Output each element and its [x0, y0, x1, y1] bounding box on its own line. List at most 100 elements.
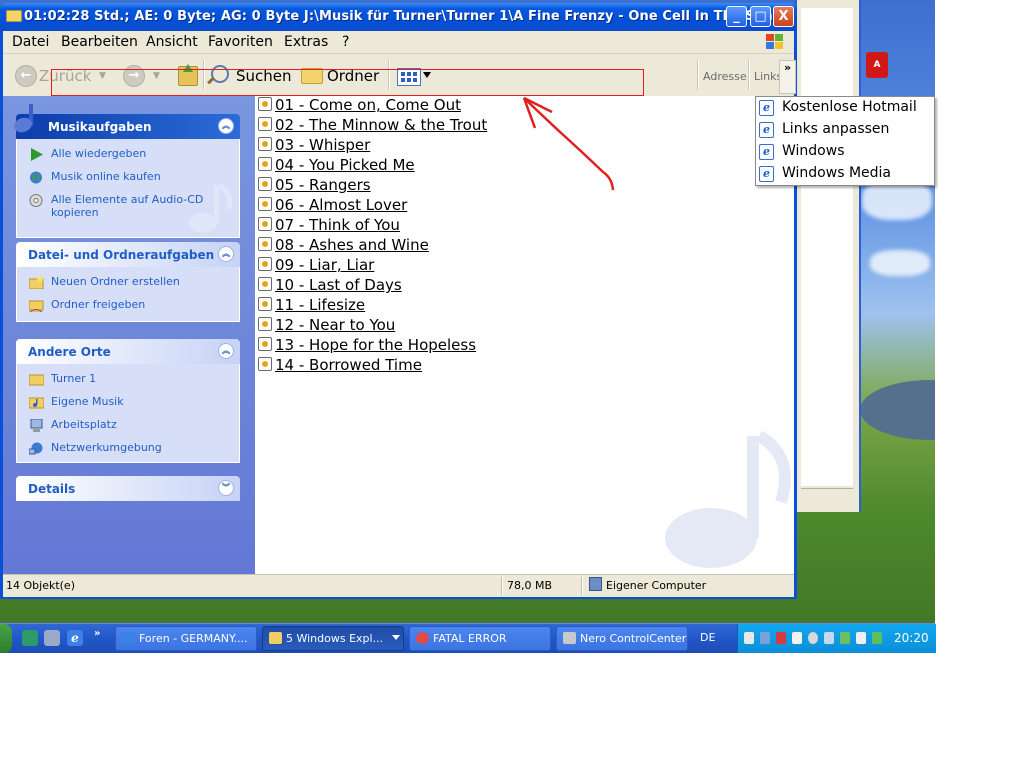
expand-icon[interactable]: ︾ — [218, 480, 234, 496]
details-panel: Details ︾ — [16, 476, 240, 501]
file-name: 06 - Almost Lover — [275, 196, 408, 214]
menu-datei[interactable]: Datei — [12, 34, 49, 50]
file-name: 09 - Liar, Liar — [275, 256, 375, 274]
menu-ansicht[interactable]: Ansicht — [146, 34, 198, 50]
tray-security-icon[interactable] — [776, 632, 786, 644]
place-network[interactable]: Netzwerkumgebung — [27, 441, 231, 461]
file-name: 14 - Borrowed Time — [275, 356, 422, 374]
links-item-customize[interactable]: e Links anpassen — [756, 119, 934, 141]
clock[interactable]: 20:20 — [894, 631, 929, 645]
file-item[interactable]: 09 - Liar, Liar — [258, 256, 374, 276]
collapse-icon[interactable]: ︽ — [218, 343, 234, 359]
file-item[interactable]: 13 - Hope for the Hopeless — [258, 336, 476, 356]
address-bar-label[interactable]: Adresse — [703, 70, 747, 83]
tray-speaker-icon[interactable] — [856, 632, 866, 644]
other-places-header[interactable]: Andere Orte ︽ — [16, 339, 240, 364]
place-turner-1[interactable]: Turner 1 — [27, 372, 231, 392]
computer-icon — [30, 419, 43, 432]
system-tray: 20:20 — [737, 624, 936, 653]
wallpaper-cloud — [870, 250, 930, 276]
close-button[interactable]: X — [773, 6, 794, 27]
file-folder-tasks-header[interactable]: Datei- und Ordneraufgaben ︽ — [16, 242, 240, 267]
tray-av-icon[interactable] — [792, 632, 802, 644]
details-header[interactable]: Details ︾ — [16, 476, 240, 501]
music-note-watermark-icon — [665, 430, 791, 568]
music-tasks-title: Musikaufgaben — [48, 120, 152, 134]
file-item[interactable]: 04 - You Picked Me — [258, 156, 415, 176]
file-item[interactable]: 01 - Come on, Come Out — [258, 96, 461, 116]
wallpaper-mountain — [860, 380, 935, 440]
audio-file-icon — [258, 337, 272, 351]
quicklaunch-messenger-icon[interactable] — [22, 630, 38, 646]
group-dropdown-icon[interactable] — [392, 635, 400, 640]
start-button[interactable] — [0, 624, 12, 653]
file-item[interactable]: 12 - Near to You — [258, 316, 395, 336]
file-item[interactable]: 05 - Rangers — [258, 176, 371, 196]
file-item[interactable]: 14 - Borrowed Time — [258, 356, 422, 376]
globe-icon — [30, 171, 42, 184]
file-item[interactable]: 06 - Almost Lover — [258, 196, 407, 216]
menu-label: Links anpassen — [782, 121, 890, 137]
quicklaunch-ie-icon[interactable]: e — [67, 630, 83, 646]
audio-file-icon — [258, 357, 272, 371]
error-icon — [416, 632, 429, 644]
quicklaunch-desktop-icon[interactable] — [44, 630, 60, 646]
file-item[interactable]: 08 - Ashes and Wine — [258, 236, 429, 256]
task-pane: Musikaufgaben ︽ Alle wiedergeben Musik o… — [3, 96, 255, 574]
menu-help[interactable]: ? — [342, 34, 349, 50]
file-name: 13 - Hope for the Hopeless — [275, 336, 477, 354]
tray-app-icon[interactable] — [872, 632, 882, 644]
audio-file-icon — [258, 317, 272, 331]
file-item[interactable]: 02 - The Minnow & the Trout — [258, 116, 487, 136]
collapse-icon[interactable]: ︽ — [218, 118, 234, 134]
background-explorer-window[interactable] — [795, 0, 861, 512]
taskbar-button-fatal-error[interactable]: FATAL ERROR — [409, 626, 551, 651]
location-cell: Eigener Computer — [589, 575, 706, 597]
file-item[interactable]: 07 - Think of You — [258, 216, 400, 236]
file-name: 08 - Ashes and Wine — [275, 236, 429, 254]
maximize-button[interactable]: □ — [750, 6, 771, 27]
minimize-button[interactable]: _ — [726, 6, 747, 27]
menu-favoriten[interactable]: Favoriten — [208, 34, 273, 50]
back-arrow-icon[interactable]: ← — [15, 65, 37, 87]
file-item[interactable]: 10 - Last of Days — [258, 276, 402, 296]
menu-extras[interactable]: Extras — [284, 34, 328, 50]
taskbar-button-forum[interactable]: Foren - GERMANY.... — [115, 626, 257, 651]
taskbar-button-explorer-group[interactable]: 5 Windows Expl... — [262, 626, 404, 651]
taskbar-button-label: FATAL ERROR — [433, 632, 507, 645]
links-item-windows[interactable]: e Windows — [756, 141, 934, 163]
links-item-windows-media[interactable]: e Windows Media — [756, 163, 934, 185]
place-my-music[interactable]: Eigene Musik — [27, 395, 231, 415]
title-bar[interactable]: 01:02:28 Std.; AE: 0 Byte; AG: 0 Byte J:… — [0, 3, 797, 31]
taskbar-button-nero[interactable]: Nero ControlCenter — [556, 626, 688, 651]
audio-file-icon — [258, 277, 272, 291]
file-item[interactable]: 03 - Whisper — [258, 136, 370, 156]
language-indicator[interactable]: DE — [700, 631, 715, 644]
task-label: Alle wiedergeben — [51, 147, 147, 160]
menu-bearbeiten[interactable]: Bearbeiten — [61, 34, 138, 50]
tray-volume-icon[interactable] — [744, 632, 754, 644]
audio-file-icon — [258, 197, 272, 211]
share-folder-link[interactable]: Ordner freigeben — [27, 298, 231, 318]
window-title: 01:02:28 Std.; AE: 0 Byte; AG: 0 Byte J:… — [24, 9, 773, 24]
links-item-hotmail[interactable]: e Kostenlose Hotmail — [756, 97, 934, 119]
new-folder-link[interactable]: Neuen Ordner erstellen — [27, 275, 231, 295]
music-tasks-header[interactable]: Musikaufgaben ︽ — [12, 104, 240, 139]
tray-app-icon[interactable] — [808, 632, 818, 644]
tray-network-icon[interactable] — [760, 632, 770, 644]
audio-file-icon — [258, 297, 272, 311]
tray-app-icon[interactable] — [840, 632, 850, 644]
desktop-shortcut-icon[interactable]: A — [866, 52, 890, 80]
play-icon — [31, 148, 43, 161]
collapse-icon[interactable]: ︽ — [218, 246, 234, 262]
file-item[interactable]: 11 - Lifesize — [258, 296, 365, 316]
location-label: Eigener Computer — [606, 579, 707, 592]
tray-app-icon[interactable] — [824, 632, 834, 644]
play-all-link[interactable]: Alle wiedergeben — [27, 147, 231, 167]
audio-file-icon — [258, 97, 272, 111]
place-my-computer[interactable]: Arbeitsplatz — [27, 418, 231, 438]
new-folder-icon — [29, 276, 44, 289]
file-name: 01 - Come on, Come Out — [275, 96, 461, 114]
quicklaunch-more-icon[interactable]: » — [94, 628, 100, 639]
links-chevron-button[interactable]: » — [779, 60, 796, 94]
